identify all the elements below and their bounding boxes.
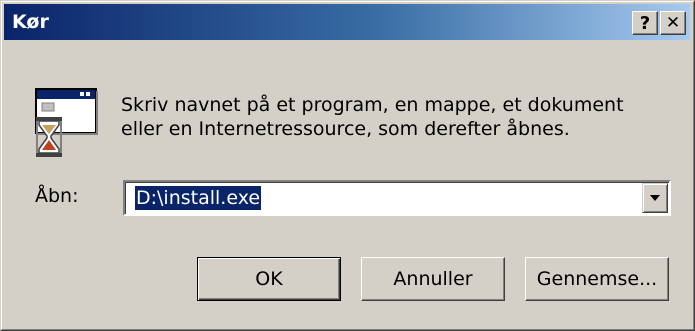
dropdown-button[interactable]	[642, 183, 668, 213]
open-combobox[interactable]: D:\install.exe	[123, 180, 671, 216]
run-dialog: Kør ? ✕ Skriv navnet på et program, en m…	[0, 0, 695, 331]
prompt-line-2: eller en Internetressource, som derefter…	[121, 118, 570, 140]
title-bar[interactable]: Kør ? ✕	[4, 4, 690, 40]
ok-button[interactable]: OK	[197, 257, 341, 301]
chevron-down-icon	[650, 195, 660, 201]
cancel-button[interactable]: Annuller	[361, 257, 505, 301]
help-button[interactable]: ?	[632, 11, 658, 35]
close-button[interactable]: ✕	[660, 11, 686, 35]
run-program-icon	[35, 88, 98, 157]
open-label: Åbn:	[35, 185, 79, 207]
prompt-text: Skriv navnet på et program, en mappe, et…	[121, 93, 661, 141]
browse-button[interactable]: Gennemse...	[525, 257, 669, 301]
open-input[interactable]: D:\install.exe	[135, 186, 262, 210]
prompt-line-1: Skriv navnet på et program, en mappe, et…	[121, 94, 624, 116]
dialog-title: Kør	[12, 11, 49, 33]
